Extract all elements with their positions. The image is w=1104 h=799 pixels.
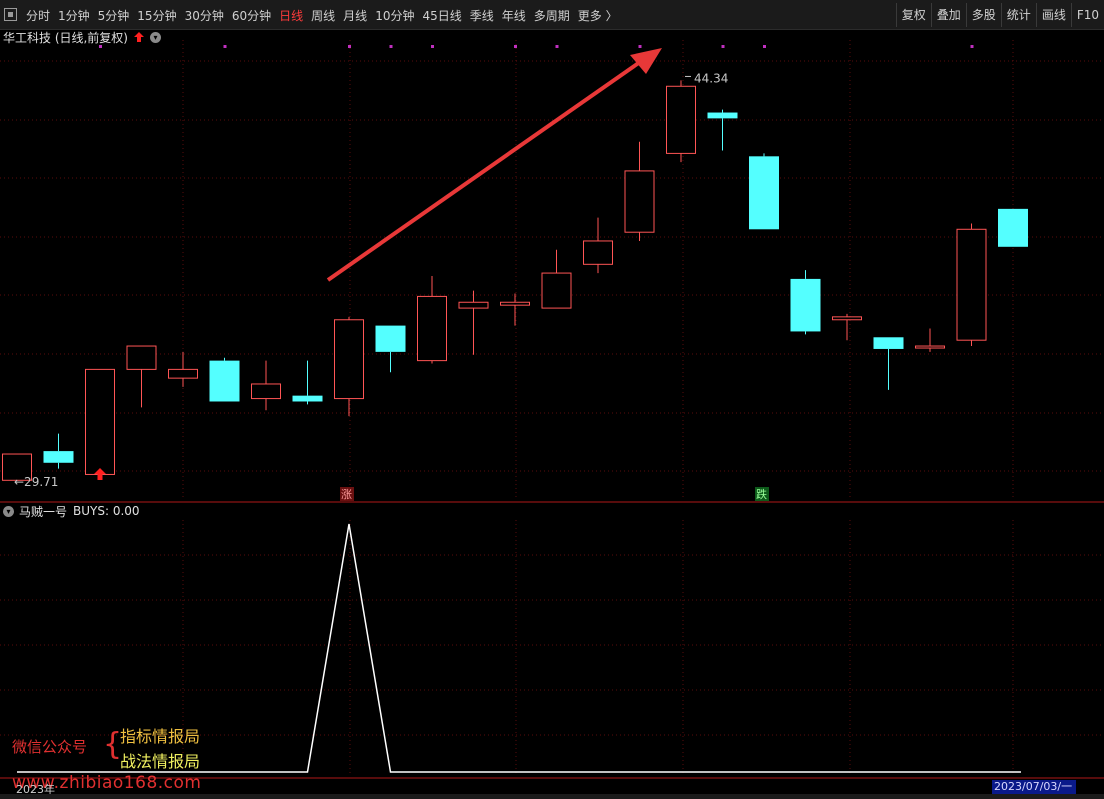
marker-dot [431,45,434,48]
wechat-label: 微信公众号 [12,738,88,756]
marker-dot [555,45,559,48]
candle-body [915,345,945,349]
candle-body [998,208,1028,247]
candle-body [583,240,613,265]
candle-body [832,316,862,321]
fall-marker: 跌 [756,487,767,501]
marker-dot [514,45,517,48]
chart-canvas: 44.34 ←29.71 涨 跌 [0,40,1104,779]
low-price-label: ←29.71 [14,475,58,489]
candle-body [168,368,198,379]
account-name-1: 指标情报局 [120,727,201,746]
candle-body [126,345,157,370]
candle-body [624,170,655,233]
candle-body [707,112,738,119]
candle-body [956,228,987,341]
candle-body [209,360,240,402]
trend-arrow-head-icon [630,48,662,74]
marker-dot [970,45,974,48]
candle-body [292,395,323,402]
candle-body [375,325,406,352]
axis-end-date[interactable]: 2023/07/03/一 [992,780,1076,794]
candles [2,80,1028,481]
marker-dot [721,45,725,48]
watermark: 微信公众号 { 指标情报局 战法情报局 [10,722,240,778]
candle-body [334,319,364,400]
rise-marker: 涨 [341,488,352,501]
marker-dot [348,45,351,48]
marker-dot [99,45,102,48]
candle-body [790,278,821,332]
candle-body [43,451,74,463]
candle-body [417,295,447,362]
candle-body [749,156,779,230]
candle-body [458,301,489,309]
high-price-label: 44.34 [694,71,728,85]
candle-body [251,383,281,400]
candle-body [541,272,572,309]
account-name-2: 战法情报局 [120,752,201,771]
bottom-strip [0,794,1104,799]
candle-body [666,85,696,154]
annotations: 44.34 ←29.71 涨 跌 [14,48,769,501]
marker-dot [638,45,642,48]
markers [99,45,974,48]
grid [0,40,1104,776]
marker-dot [389,45,393,48]
candle-body [873,337,904,349]
candle-body [85,368,115,475]
marker-dot [223,45,227,48]
candle-body [500,301,530,306]
marker-dot [763,45,766,48]
